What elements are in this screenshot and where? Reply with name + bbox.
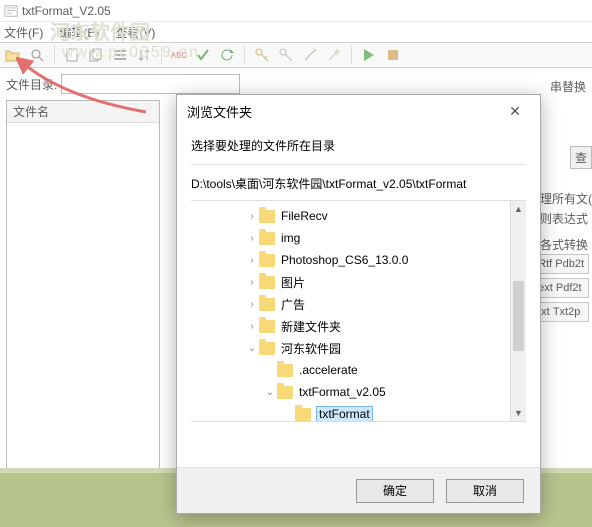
chevron-icon[interactable]: › [245,299,259,310]
chevron-icon[interactable]: ⌄ [263,387,277,398]
close-button[interactable]: ✕ [500,103,530,120]
tree-node[interactable]: txtFormat [191,403,526,422]
chevron-icon[interactable]: ⌄ [245,343,259,354]
tree-node[interactable]: .accelerate [191,359,526,381]
tree-label: Photoshop_CS6_13.0.0 [281,253,408,267]
folder-icon [277,386,293,399]
tree-node[interactable]: › 广告 [191,293,526,315]
tree-node[interactable]: ⌄ txtFormat_v2.05 [191,381,526,403]
folder-icon [259,320,275,333]
chevron-icon[interactable]: › [245,211,259,222]
tree-label: txtFormat [317,407,372,421]
tree-label: 广告 [281,296,305,313]
tree-label: FileRecv [281,209,328,223]
folder-icon [277,364,293,377]
tree-node[interactable]: › img [191,227,526,249]
folder-icon [259,254,275,267]
chevron-icon[interactable]: › [245,255,259,266]
tree-label: img [281,231,300,245]
dialog-instruction: 选择要处理的文件所在目录 [191,137,526,154]
tree-node[interactable]: ⌄ 河东软件园 [191,337,526,359]
scroll-down-icon[interactable]: ▼ [511,405,526,421]
chevron-icon[interactable]: › [245,233,259,244]
tree-node[interactable]: › Photoshop_CS6_13.0.0 [191,249,526,271]
folder-icon [259,276,275,289]
tree-scrollbar[interactable]: ▲ ▼ [510,201,526,421]
browse-folder-dialog: 浏览文件夹 ✕ 选择要处理的文件所在目录 D:\tools\桌面\河东软件园\t… [176,94,541,514]
folder-icon [259,298,275,311]
scroll-thumb[interactable] [513,281,524,351]
current-path: D:\tools\桌面\河东软件园\txtFormat_v2.05\txtFor… [191,175,526,192]
tree-node[interactable]: › FileRecv [191,205,526,227]
folder-icon [259,232,275,245]
chevron-icon[interactable]: › [245,321,259,332]
dialog-title: 浏览文件夹 [187,102,252,121]
ok-button[interactable]: 确定 [356,479,434,503]
tree-node[interactable]: › 图片 [191,271,526,293]
folder-icon [295,408,311,421]
folder-icon [259,342,275,355]
tree-label: .accelerate [299,363,358,377]
chevron-icon[interactable]: › [245,277,259,288]
folder-icon [259,210,275,223]
tree-label: 新建文件夹 [281,318,341,335]
tree-label: 河东软件园 [281,340,341,357]
scroll-up-icon[interactable]: ▲ [511,201,526,217]
tree-node[interactable]: › 新建文件夹 [191,315,526,337]
folder-tree[interactable]: › FileRecv › img › Photoshop_CS6_13.0.0 › 图片 › 广告… [191,205,526,422]
tree-label: txtFormat_v2.05 [299,385,386,399]
cancel-button[interactable]: 取消 [446,479,524,503]
tree-label: 图片 [281,274,305,291]
